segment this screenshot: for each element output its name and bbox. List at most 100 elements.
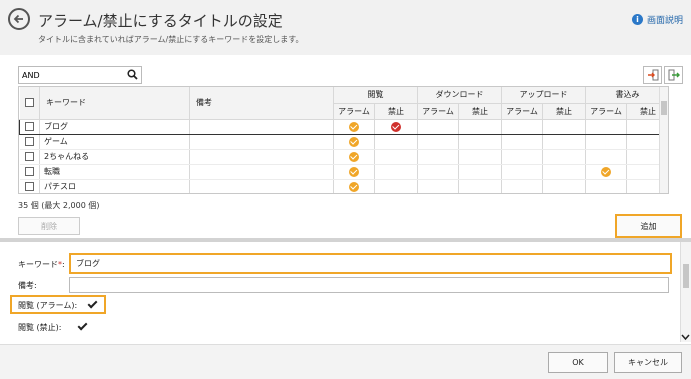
note-cell — [189, 134, 334, 150]
row-checkbox-cell[interactable] — [19, 134, 40, 150]
flag-cell — [374, 179, 418, 193]
keyword-count: 35 個 (最大 2,000 個) — [18, 201, 100, 210]
table-row[interactable]: パチスロ — [19, 179, 668, 193]
note-field[interactable] — [69, 277, 669, 293]
col-note[interactable]: 備考 — [189, 87, 334, 120]
flag-cell — [542, 179, 586, 193]
keyword-value: ブログ — [76, 259, 100, 268]
check-circle-icon — [601, 166, 611, 177]
flag-cell — [374, 118, 418, 135]
cancel-button[interactable]: キャンセル — [614, 352, 682, 373]
page-subtitle: タイトルに含まれていればアラーム/禁止にするキーワードを設定します。 — [38, 35, 304, 44]
export-icon — [668, 69, 680, 81]
col-view-block: 禁止 — [374, 103, 418, 120]
add-button[interactable]: 追加 — [615, 214, 682, 238]
col-upload-block: 禁止 — [542, 103, 586, 120]
flag-cell — [585, 164, 627, 180]
import-icon — [647, 69, 658, 81]
flag-cell — [501, 164, 543, 180]
flag-cell — [333, 179, 375, 193]
flag-cell — [417, 134, 459, 150]
flag-cell — [333, 149, 375, 165]
view-alarm-checkbox[interactable] — [87, 299, 97, 309]
row-checkbox-cell[interactable] — [19, 179, 40, 193]
flag-cell — [501, 118, 543, 135]
ok-button[interactable]: OK — [548, 352, 608, 373]
table-row[interactable]: 転職 — [19, 164, 668, 180]
help-link[interactable]: i 画面説明 — [631, 13, 683, 26]
export-button[interactable] — [664, 66, 683, 84]
flag-cell — [542, 118, 586, 135]
col-view-alarm: アラーム — [333, 103, 375, 120]
check-circle-icon — [349, 166, 359, 177]
page-title: アラーム/禁止にするタイトルの設定 — [38, 12, 283, 30]
keyword-field[interactable]: ブログ — [69, 253, 672, 274]
block-check-icon — [391, 121, 401, 132]
import-button[interactable] — [643, 66, 662, 84]
help-label: 画面説明 — [646, 16, 683, 26]
row-checkbox[interactable] — [24, 182, 34, 191]
flag-cell — [501, 179, 543, 193]
note-cell — [189, 149, 334, 165]
select-all-checkbox[interactable] — [24, 98, 34, 108]
flag-cell — [501, 134, 543, 150]
flag-cell — [333, 134, 375, 150]
flag-cell — [585, 149, 627, 165]
keyword-table: キーワード 備考 閲覧 ダウンロード アップロード 書込み アラーム 禁止 アラ… — [18, 86, 669, 194]
keyword-cell: ブログ — [39, 118, 190, 135]
flag-cell — [458, 179, 502, 193]
row-checkbox[interactable] — [24, 167, 34, 176]
col-keyword[interactable]: キーワード — [39, 87, 190, 120]
flag-cell — [417, 149, 459, 165]
row-checkbox[interactable] — [24, 152, 34, 161]
form-scrollbar[interactable] — [680, 242, 691, 342]
back-button[interactable] — [8, 8, 30, 30]
page-header: アラーム/禁止にするタイトルの設定 タイトルに含まれていればアラーム/禁止にする… — [0, 0, 691, 55]
edit-form: キーワード*: ブログ 備考: 閲覧 (アラーム): 閲覧 (禁止): — [0, 242, 680, 342]
search-icon[interactable] — [127, 69, 138, 80]
check-circle-icon — [349, 121, 359, 132]
flag-cell — [542, 134, 586, 150]
note-cell — [189, 179, 334, 193]
table-row[interactable]: 2ちゃんねる — [19, 149, 668, 165]
flag-cell — [585, 118, 627, 135]
chevron-down-icon[interactable] — [681, 334, 690, 341]
view-block-label: 閲覧 (禁止): — [18, 323, 62, 332]
row-checkbox-cell[interactable] — [19, 118, 40, 135]
check-circle-icon — [349, 136, 359, 147]
row-checkbox-cell[interactable] — [19, 164, 40, 180]
note-label: 備考: — [18, 281, 37, 290]
note-cell — [189, 118, 334, 135]
search-box — [18, 66, 142, 84]
flag-cell — [542, 149, 586, 165]
col-upload-alarm: アラーム — [501, 103, 543, 120]
flag-cell — [417, 118, 459, 135]
table-scrollbar[interactable] — [659, 87, 668, 193]
keyword-label: キーワード*: — [18, 260, 65, 269]
flag-cell — [458, 164, 502, 180]
view-alarm-label: 閲覧 (アラーム): — [18, 301, 78, 310]
search-input[interactable] — [19, 67, 123, 83]
flag-cell — [374, 134, 418, 150]
check-circle-icon — [349, 181, 359, 192]
arrow-left-icon — [13, 14, 23, 24]
form-scrollbar-thumb[interactable] — [683, 264, 689, 288]
flag-cell — [417, 164, 459, 180]
flag-cell — [501, 149, 543, 165]
view-block-checkbox[interactable] — [77, 321, 87, 331]
col-group-upload: アップロード — [501, 87, 586, 104]
row-checkbox-cell[interactable] — [19, 149, 40, 165]
keyword-cell: 転職 — [39, 164, 190, 180]
col-download-block: 禁止 — [458, 103, 502, 120]
flag-cell — [333, 164, 375, 180]
select-all-cell[interactable] — [19, 87, 40, 120]
row-checkbox[interactable] — [24, 137, 34, 146]
flag-cell — [585, 134, 627, 150]
table-row[interactable]: ブログ — [19, 118, 668, 135]
col-group-download: ダウンロード — [417, 87, 502, 104]
table-row[interactable]: ゲーム — [19, 134, 668, 150]
row-checkbox[interactable] — [25, 122, 34, 131]
delete-button[interactable]: 削除 — [18, 217, 80, 235]
scrollbar-thumb[interactable] — [661, 101, 667, 115]
col-download-alarm: アラーム — [417, 103, 459, 120]
